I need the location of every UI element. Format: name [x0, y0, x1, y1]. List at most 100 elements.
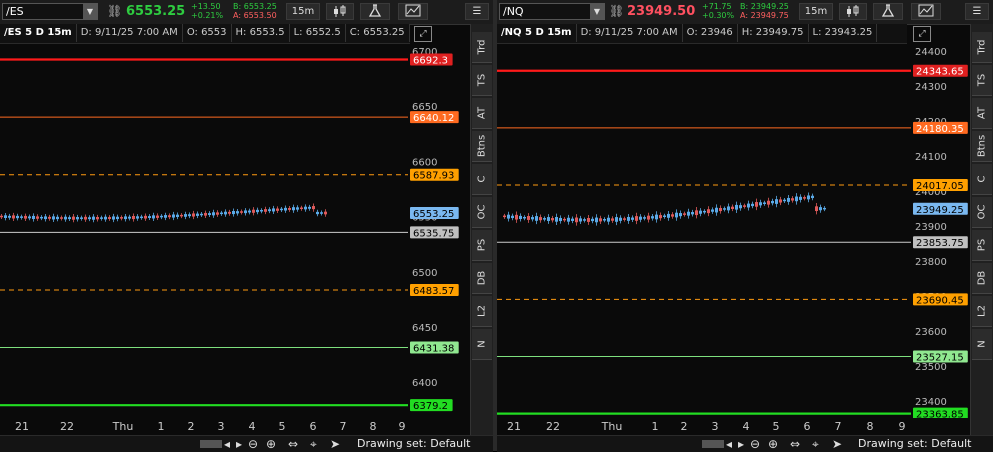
link-icon[interactable]: ⛓: [107, 4, 122, 20]
candle-body: [603, 219, 606, 221]
time-axis-label: 22: [546, 420, 560, 433]
candle-body: [168, 215, 171, 218]
chevron-down-icon[interactable]: ▼: [590, 4, 604, 19]
drawing-mode-icon[interactable]: ⤢: [913, 26, 931, 42]
side-tab-label: Trd: [476, 39, 488, 55]
candle-style-icon: [847, 5, 859, 17]
side-tab-c[interactable]: C: [972, 164, 992, 195]
menu-button[interactable]: ☰: [465, 3, 489, 20]
chart-style-button[interactable]: [326, 3, 354, 20]
candle-body: [272, 208, 275, 212]
drawing-set-label[interactable]: Drawing set: Default: [357, 437, 470, 451]
side-tab-ps[interactable]: PS: [972, 230, 992, 261]
timeframe-button[interactable]: 15m: [286, 3, 320, 20]
drawing-tools-icon: [918, 4, 934, 17]
candle-body: [587, 218, 590, 222]
cursor-icon[interactable]: ➤: [330, 437, 340, 451]
candle-body: [735, 204, 738, 210]
pan-icon[interactable]: ⇔: [790, 437, 800, 451]
drawing-mode-icon[interactable]: ⤢: [414, 26, 432, 42]
bar-high: H: 23949.75: [738, 24, 809, 42]
chevron-down-icon[interactable]: ▼: [83, 4, 97, 19]
side-tab-label: OC: [976, 204, 988, 220]
crosshair-icon[interactable]: ⌖: [812, 437, 819, 451]
cursor-icon[interactable]: ➤: [832, 437, 842, 451]
side-tab-btns[interactable]: Btns: [972, 131, 992, 162]
crosshair-icon[interactable]: ⌖: [310, 437, 317, 451]
side-tab-label: Trd: [976, 39, 988, 55]
side-tab-btns[interactable]: Btns: [472, 131, 492, 162]
side-tab-ts[interactable]: TS: [472, 65, 492, 96]
menu-button[interactable]: ☰: [965, 3, 989, 20]
scroll-right-icon[interactable]: ▸: [236, 437, 242, 451]
scroll-right-icon[interactable]: ▸: [738, 437, 744, 451]
drawing-set-label[interactable]: Drawing set: Default: [858, 437, 971, 451]
time-axis-label: 4: [248, 420, 256, 433]
price-level-label: 23527.15: [916, 352, 964, 363]
studies-button[interactable]: [873, 3, 903, 20]
symbol-input[interactable]: /ES ▼: [2, 3, 98, 20]
side-tab-n[interactable]: N: [472, 329, 492, 360]
price-chart-svg: 2440024300242002410024000239002380023700…: [497, 47, 968, 421]
candle-body: [595, 217, 598, 223]
candle-body: [312, 206, 315, 210]
last-price: 23949.50: [627, 4, 696, 19]
side-tab-label: OC: [476, 204, 488, 220]
candle-body: [699, 210, 702, 214]
side-tab-label: C: [476, 175, 488, 183]
time-axis-label: 22: [60, 420, 74, 433]
price-level-label: 23690.45: [916, 295, 964, 306]
side-tab-c[interactable]: C: [472, 164, 492, 195]
symbol-input[interactable]: /NQ ▼: [499, 3, 605, 20]
zoom-out-icon[interactable]: ⊖: [750, 437, 760, 451]
zoom-in-icon[interactable]: ⊕: [266, 437, 276, 451]
side-tab-db[interactable]: DB: [972, 263, 992, 294]
candle-body: [707, 209, 710, 214]
side-tab-trd[interactable]: Trd: [472, 32, 492, 63]
studies-button[interactable]: [360, 3, 390, 20]
candle-body: [316, 211, 319, 215]
link-icon[interactable]: ⛓: [609, 4, 624, 20]
drawings-button[interactable]: [911, 3, 941, 20]
candle-body: [767, 200, 770, 205]
candle-body: [535, 216, 538, 221]
pan-icon[interactable]: ⇔: [288, 437, 298, 451]
candle-body: [787, 197, 790, 202]
chart-style-button[interactable]: [839, 3, 867, 20]
price-level-label: 23949.25: [916, 205, 964, 216]
horizontal-scrollbar[interactable]: [702, 440, 724, 448]
side-tab-oc[interactable]: OC: [472, 197, 492, 228]
side-tab-ps[interactable]: PS: [472, 230, 492, 261]
y-axis-tick-label: 24300: [915, 82, 947, 93]
scroll-left-icon[interactable]: ◂: [224, 437, 230, 451]
candle-body: [128, 216, 131, 219]
time-axis-label: 1: [157, 420, 165, 433]
side-tab-l2[interactable]: L2: [972, 296, 992, 327]
side-tab-trd[interactable]: Trd: [972, 32, 992, 63]
side-tab-oc[interactable]: OC: [972, 197, 992, 228]
chart-plot-area[interactable]: 67006650660065506500645064006692.36640.1…: [0, 44, 470, 418]
side-tab-at[interactable]: AT: [972, 98, 992, 129]
horizontal-scrollbar[interactable]: [200, 440, 222, 448]
candle-body: [507, 214, 510, 219]
y-axis-tick-label: 24400: [915, 47, 947, 58]
side-tab-label: L2: [476, 305, 488, 317]
drawings-button[interactable]: [398, 3, 428, 20]
candle-body: [296, 207, 299, 210]
side-tab-label: AT: [976, 106, 988, 120]
zoom-out-icon[interactable]: ⊖: [248, 437, 258, 451]
side-tab-at[interactable]: AT: [472, 98, 492, 129]
side-tab-ts[interactable]: TS: [972, 65, 992, 96]
chart-plot-area[interactable]: 2440024300242002410024000239002380023700…: [497, 44, 970, 421]
timeframe-button[interactable]: 15m: [799, 3, 833, 20]
candle-body: [152, 215, 155, 219]
bar-low: L: 23943.25: [809, 24, 878, 42]
side-tab-l2[interactable]: L2: [472, 296, 492, 327]
candle-body: [284, 207, 287, 211]
candle-body: [751, 203, 754, 207]
side-tab-n[interactable]: N: [972, 329, 992, 360]
zoom-in-icon[interactable]: ⊕: [768, 437, 778, 451]
menu-icon: ☰: [972, 6, 982, 17]
side-tab-db[interactable]: DB: [472, 263, 492, 294]
scroll-left-icon[interactable]: ◂: [726, 437, 732, 451]
